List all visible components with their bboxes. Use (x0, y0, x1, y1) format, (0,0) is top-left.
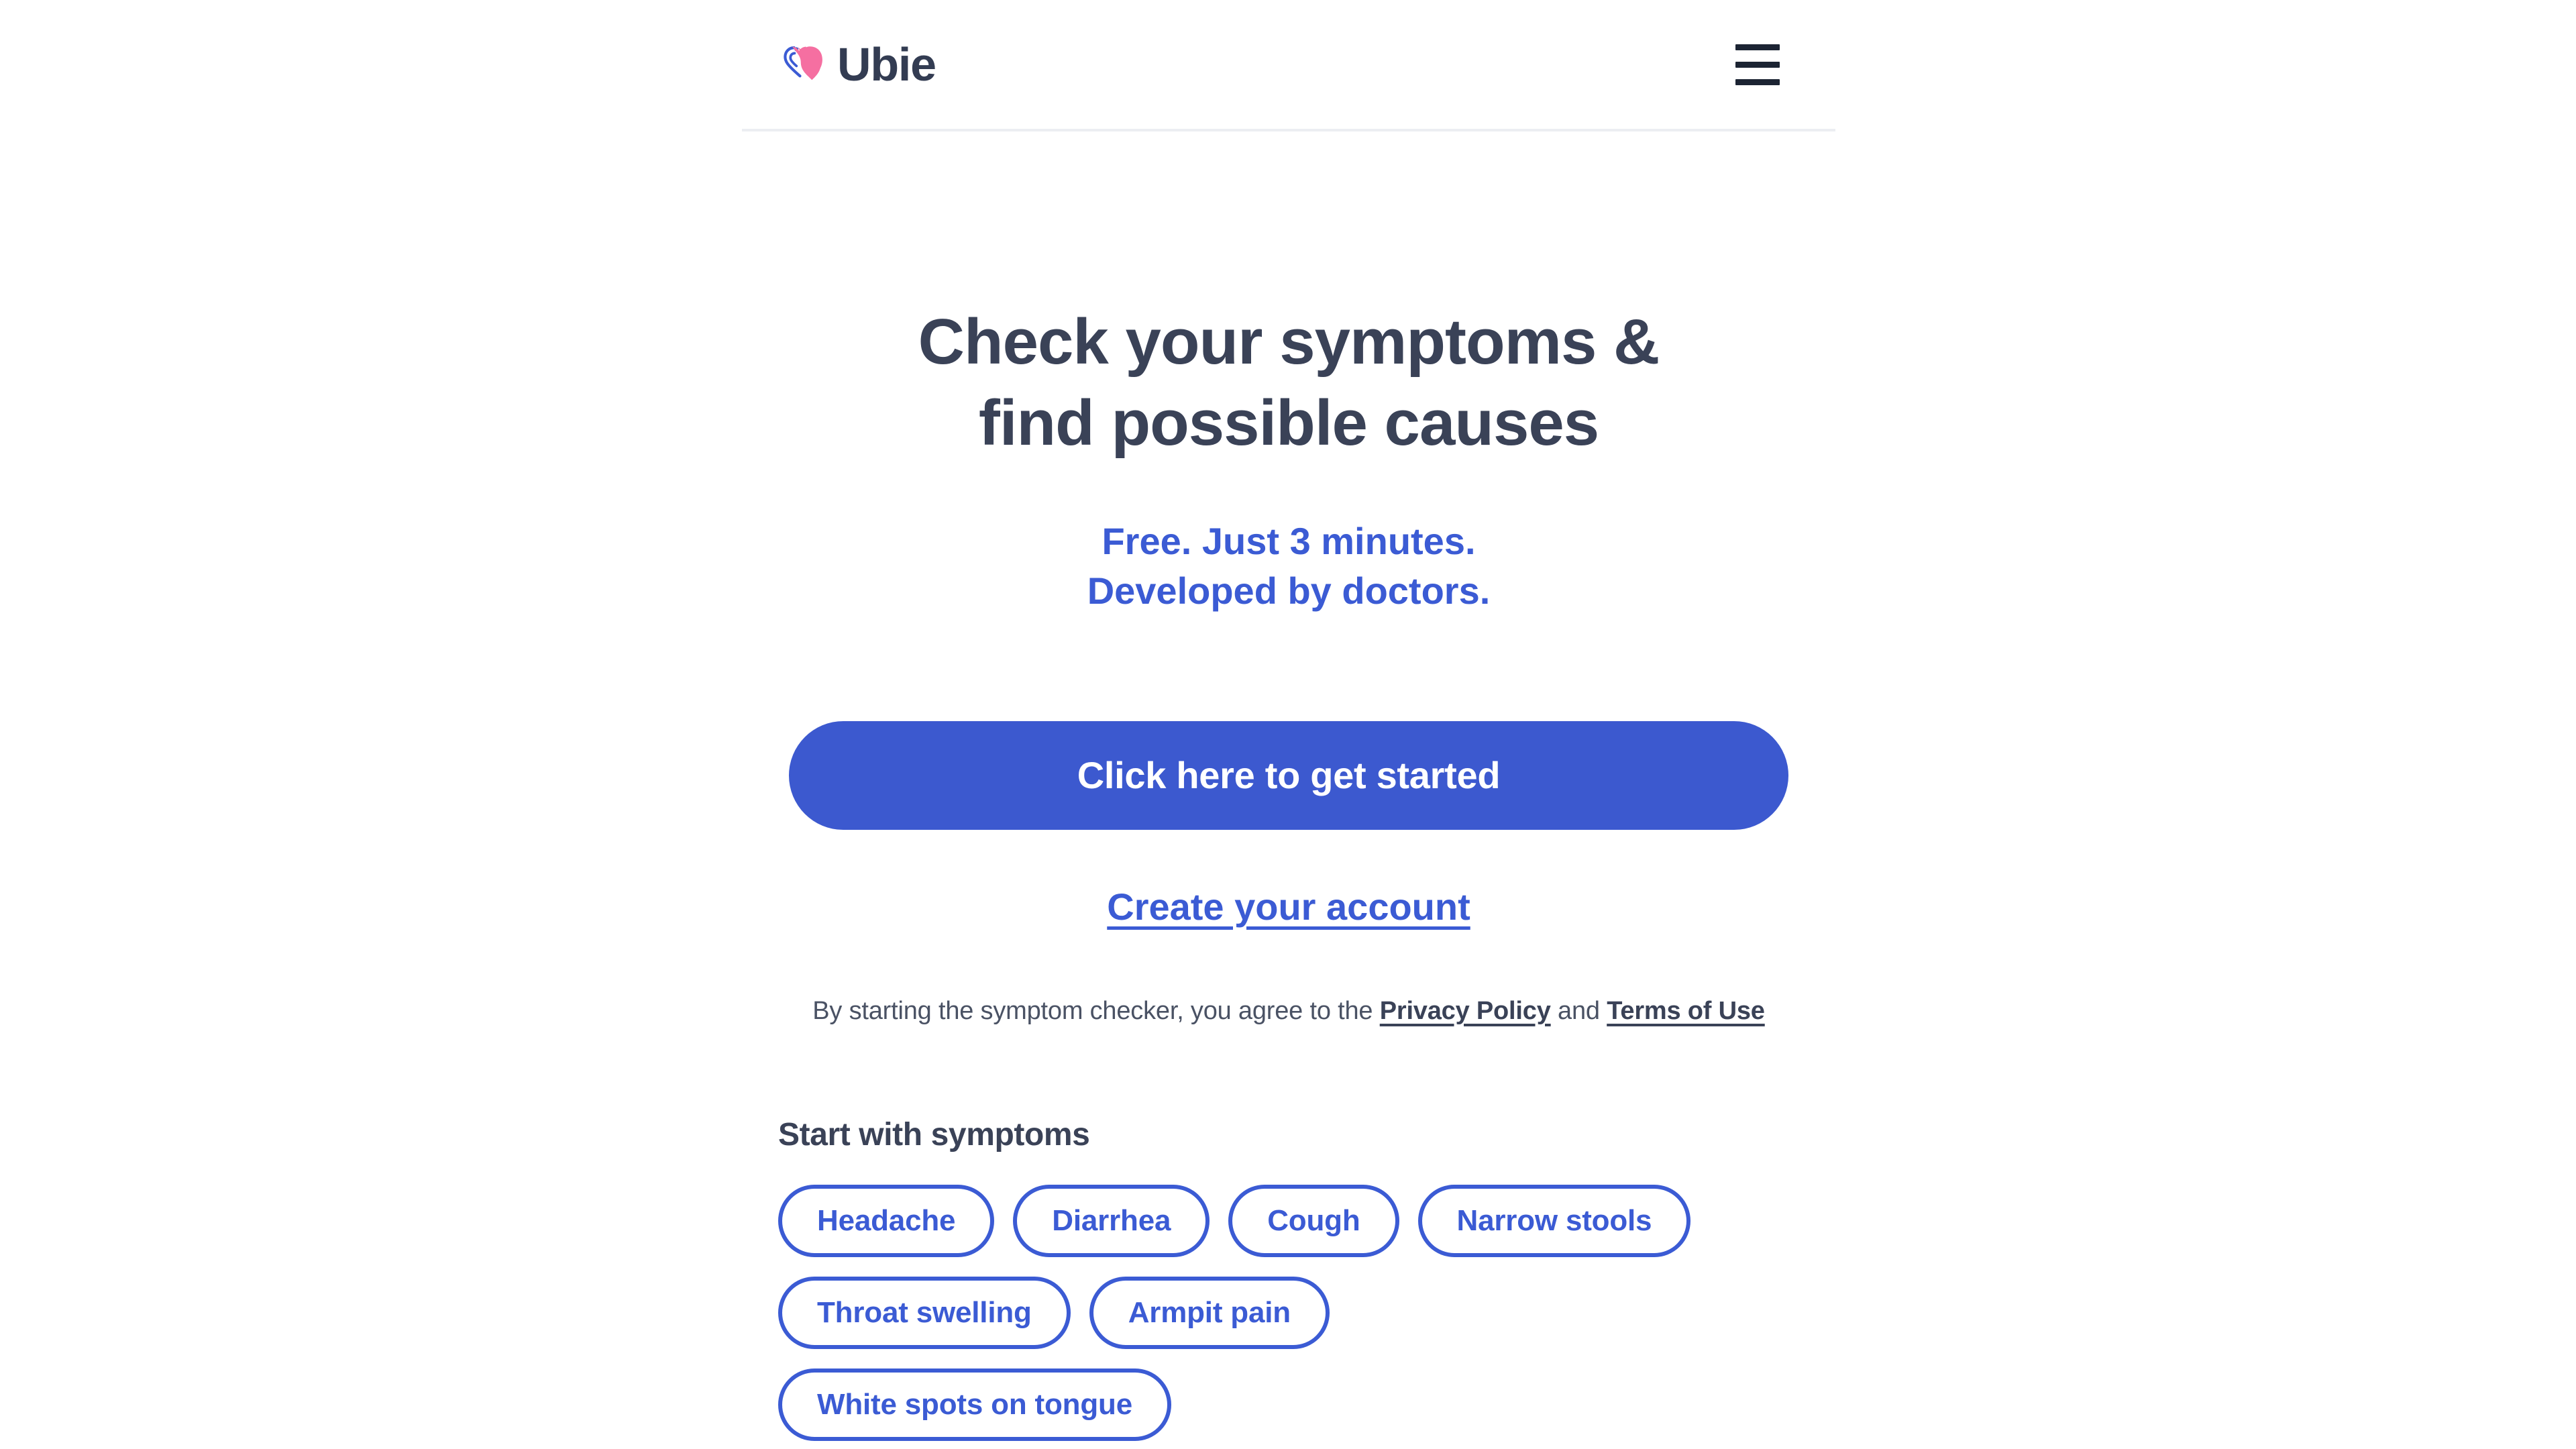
create-account-link[interactable]: Create your account (1107, 885, 1470, 928)
page-title-line-1: Check your symptoms & (918, 306, 1660, 378)
hamburger-menu-icon[interactable] (1727, 34, 1788, 95)
site-header: Ubie (742, 0, 1835, 131)
symptom-chip[interactable]: Narrow stools (1417, 1185, 1691, 1258)
ubie-heart-logo-icon (784, 46, 822, 80)
privacy-policy-link[interactable]: Privacy Policy (1380, 997, 1551, 1025)
hero-subtitle-line-2: Developed by doctors. (1087, 570, 1491, 612)
brand-logo-link[interactable]: Ubie (778, 40, 936, 89)
content-container: Ubie Check your symptoms & find possible… (742, 0, 1835, 1442)
symptom-chip[interactable]: Throat swelling (778, 1277, 1071, 1350)
get-started-button[interactable]: Click here to get started (789, 720, 1788, 830)
legal-conjunction-text: and (1550, 996, 1607, 1025)
symptoms-heading: Start with symptoms (778, 1117, 1090, 1153)
symptoms-section: Start with symptoms Headache Diarrhea Coug… (742, 1116, 1835, 1442)
brand-name-text: Ubie (837, 38, 936, 91)
page-root: Ubie Check your symptoms & find possible… (0, 0, 2576, 1449)
page-title: Check your symptoms & find possible caus… (742, 302, 1835, 464)
hamburger-bar-bottom (1735, 78, 1780, 85)
hero-section: Check your symptoms & find possible caus… (742, 131, 1835, 616)
symptom-chip[interactable]: White spots on tongue (778, 1368, 1171, 1442)
hamburger-bar-middle (1735, 61, 1780, 68)
hero-subtitle-line-1: Free. Just 3 minutes. (1102, 519, 1476, 562)
cta-section: Click here to get started Create your ac… (742, 720, 1835, 1029)
symptom-chip[interactable]: Headache (778, 1185, 995, 1258)
hamburger-bar-top (1735, 44, 1780, 50)
terms-of-use-link[interactable]: Terms of Use (1607, 997, 1765, 1025)
symptom-chip[interactable]: Diarrhea (1013, 1185, 1210, 1258)
page-title-line-2: find possible causes (978, 386, 1599, 459)
legal-disclaimer: By starting the symptom checker, you agr… (742, 994, 1835, 1029)
symptom-chip[interactable]: Armpit pain (1089, 1277, 1330, 1350)
symptom-chip[interactable]: Cough (1228, 1185, 1399, 1258)
legal-prefix-text: By starting the symptom checker, you agr… (812, 996, 1380, 1025)
hero-subtitle: Free. Just 3 minutes. Developed by docto… (742, 517, 1835, 616)
symptom-chip-list: Headache Diarrhea Cough Narrow stools Throat… (778, 1185, 1731, 1442)
